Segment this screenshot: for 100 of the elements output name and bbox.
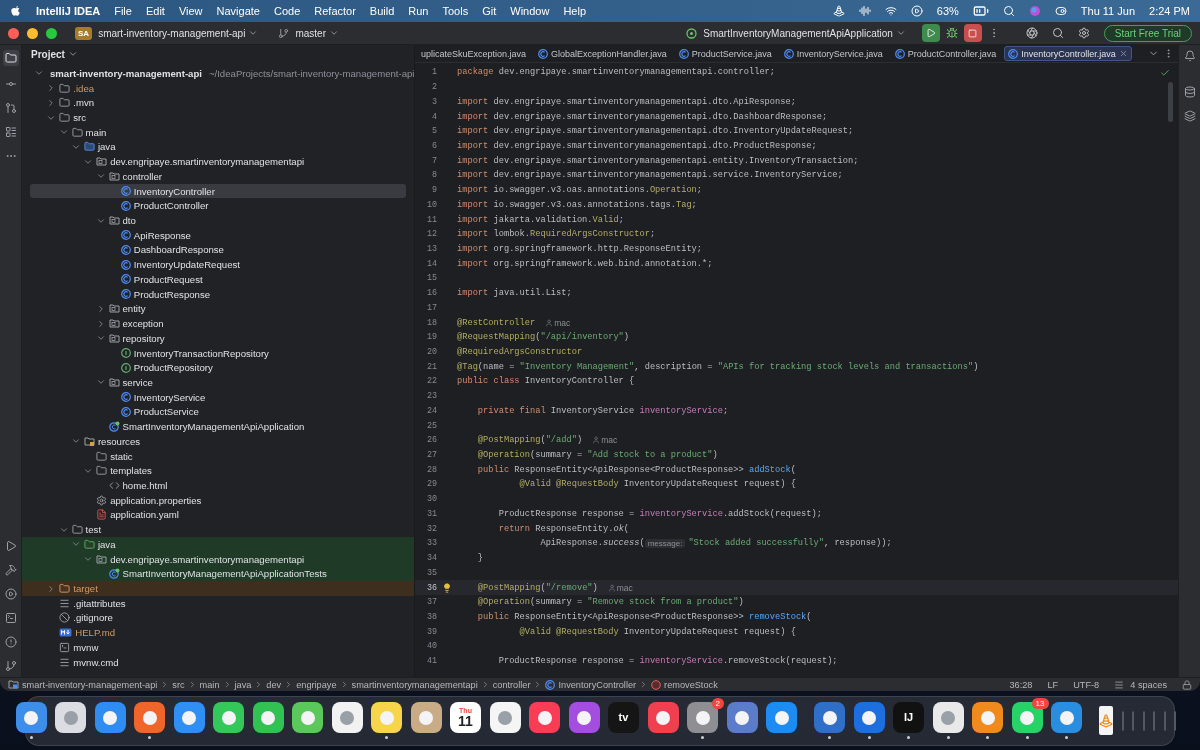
menu-item[interactable]: Window: [510, 5, 550, 17]
wifi-icon[interactable]: [884, 5, 897, 17]
app-icon[interactable]: [410, 702, 442, 733]
tree-item[interactable]: ProductService: [133, 406, 199, 418]
tree-item[interactable]: dto: [122, 215, 136, 227]
menu-item[interactable]: Run: [408, 5, 429, 17]
tree-item[interactable]: mvnw: [73, 641, 99, 653]
app-icon[interactable]: [726, 702, 758, 733]
tree-item[interactable]: InventoryService: [133, 391, 206, 403]
tree-item[interactable]: java: [97, 141, 116, 153]
tree-item[interactable]: ProductRepository: [133, 362, 213, 374]
menu-item[interactable]: Code: [273, 5, 301, 17]
structure-icon[interactable]: [4, 126, 17, 138]
tree-item[interactable]: static: [110, 450, 133, 462]
editor-tab[interactable]: InventoryService.java: [779, 46, 887, 61]
tree-item[interactable]: application.yaml: [110, 509, 179, 521]
audio-bars-icon[interactable]: [858, 5, 871, 17]
menu-item[interactable]: View: [178, 5, 203, 17]
app-icon[interactable]: [94, 702, 126, 733]
stop-button[interactable]: [963, 24, 982, 42]
breadcrumb[interactable]: engripaye: [296, 679, 337, 690]
caret-position[interactable]: 36:28: [1009, 679, 1033, 690]
tree-item[interactable]: ProductController: [133, 200, 209, 212]
editor-tab[interactable]: ProductController.java: [890, 46, 1001, 61]
cone-icon[interactable]: [832, 5, 845, 17]
apple-logo-icon[interactable]: [10, 4, 22, 18]
app-icon[interactable]: [371, 702, 402, 733]
branch-selector[interactable]: master: [295, 27, 339, 39]
document-thumbnail[interactable]: [1099, 706, 1113, 735]
project-selector[interactable]: smart-inventory-management-api: [98, 27, 259, 39]
app-icon[interactable]: [292, 702, 323, 733]
menu-item[interactable]: Refactor: [314, 5, 356, 17]
app-icon[interactable]: [1051, 702, 1082, 733]
menu-item[interactable]: Navigate: [216, 5, 260, 17]
tree-item[interactable]: templates: [110, 465, 152, 477]
close-icon[interactable]: [1118, 49, 1128, 58]
tree-item[interactable]: HELP.md: [75, 627, 116, 639]
tree-item[interactable]: InventoryController: [133, 185, 215, 197]
maximize-window-button[interactable]: [46, 27, 57, 39]
git-icon[interactable]: [4, 660, 17, 672]
menu-item[interactable]: Help: [563, 5, 586, 17]
app-icon[interactable]: [1011, 702, 1043, 733]
app-icon[interactable]: [15, 702, 47, 733]
tree-item[interactable]: exception: [122, 318, 164, 330]
minimize-window-button[interactable]: [27, 27, 38, 39]
breadcrumb[interactable]: removeStock: [664, 679, 718, 690]
app-icon[interactable]: [489, 702, 521, 733]
app-icon[interactable]: [687, 702, 718, 733]
tree-item[interactable]: .gitattributes: [73, 597, 126, 609]
tree-item[interactable]: ProductResponse: [133, 288, 211, 300]
menu-item[interactable]: Edit: [145, 5, 165, 17]
breadcrumb[interactable]: controller: [492, 679, 531, 690]
tree-item[interactable]: .mvn: [73, 97, 95, 109]
run-icon[interactable]: [4, 540, 17, 552]
lightbulb-icon[interactable]: [442, 582, 452, 593]
line-separator[interactable]: LF: [1047, 679, 1059, 690]
lock-icon[interactable]: [1182, 679, 1192, 690]
run-button[interactable]: [921, 24, 940, 42]
menu-item[interactable]: File: [114, 5, 132, 17]
editor-tab[interactable]: uplicateSkuException.java: [417, 46, 531, 61]
layers-icon[interactable]: [1183, 110, 1196, 122]
window-thumbnail[interactable]: [1142, 710, 1145, 731]
scrollbar-thumb[interactable]: [1168, 82, 1173, 122]
tree-item[interactable]: src: [73, 112, 87, 123]
app-icon[interactable]: [331, 702, 363, 733]
breadcrumb[interactable]: smart-inventory-management-api: [22, 679, 158, 690]
menu-bar-date[interactable]: Thu 11 Jun: [1080, 5, 1136, 17]
database-icon[interactable]: [1183, 86, 1196, 98]
menu-item[interactable]: Build: [369, 5, 395, 17]
close-window-button[interactable]: [8, 27, 19, 39]
app-icon[interactable]: [55, 702, 86, 733]
breadcrumb[interactable]: src: [172, 679, 185, 690]
bell-icon[interactable]: [1183, 50, 1196, 62]
window-thumbnail[interactable]: [1121, 710, 1124, 731]
breadcrumb[interactable]: smartinventorymanagementapi: [351, 679, 478, 690]
tree-item[interactable]: entity: [122, 303, 146, 315]
tree-item[interactable]: .idea: [73, 82, 95, 94]
chevron-down-icon[interactable]: [67, 49, 78, 59]
tree-item[interactable]: main: [85, 126, 107, 138]
file-encoding[interactable]: UTF-8: [1073, 679, 1100, 690]
folder-tool-button[interactable]: [2, 50, 19, 66]
problems-icon[interactable]: [4, 636, 17, 648]
app-icon[interactable]: [853, 702, 885, 733]
window-thumbnail[interactable]: [1163, 710, 1166, 731]
start-trial-button[interactable]: Start Free Trial: [1103, 24, 1192, 42]
panel-title[interactable]: Project: [31, 48, 65, 60]
tree-item[interactable]: .gitignore: [73, 612, 113, 624]
tree-item[interactable]: dev.engripaye.smartinventorymanagementapi: [110, 156, 305, 168]
tree-item[interactable]: resources: [97, 435, 140, 447]
services-icon[interactable]: [4, 588, 17, 600]
tree-item[interactable]: home.html: [122, 480, 168, 491]
bug-icon[interactable]: [945, 27, 958, 39]
app-icon[interactable]: [252, 702, 284, 733]
app-icon[interactable]: [647, 702, 679, 733]
app-icon[interactable]: [529, 702, 560, 733]
breadcrumb[interactable]: dev: [266, 679, 282, 690]
tree-item[interactable]: target: [73, 583, 98, 594]
app-icon[interactable]: [814, 702, 845, 733]
play-circle-icon[interactable]: [910, 5, 923, 17]
aperture-icon[interactable]: [1025, 27, 1038, 39]
